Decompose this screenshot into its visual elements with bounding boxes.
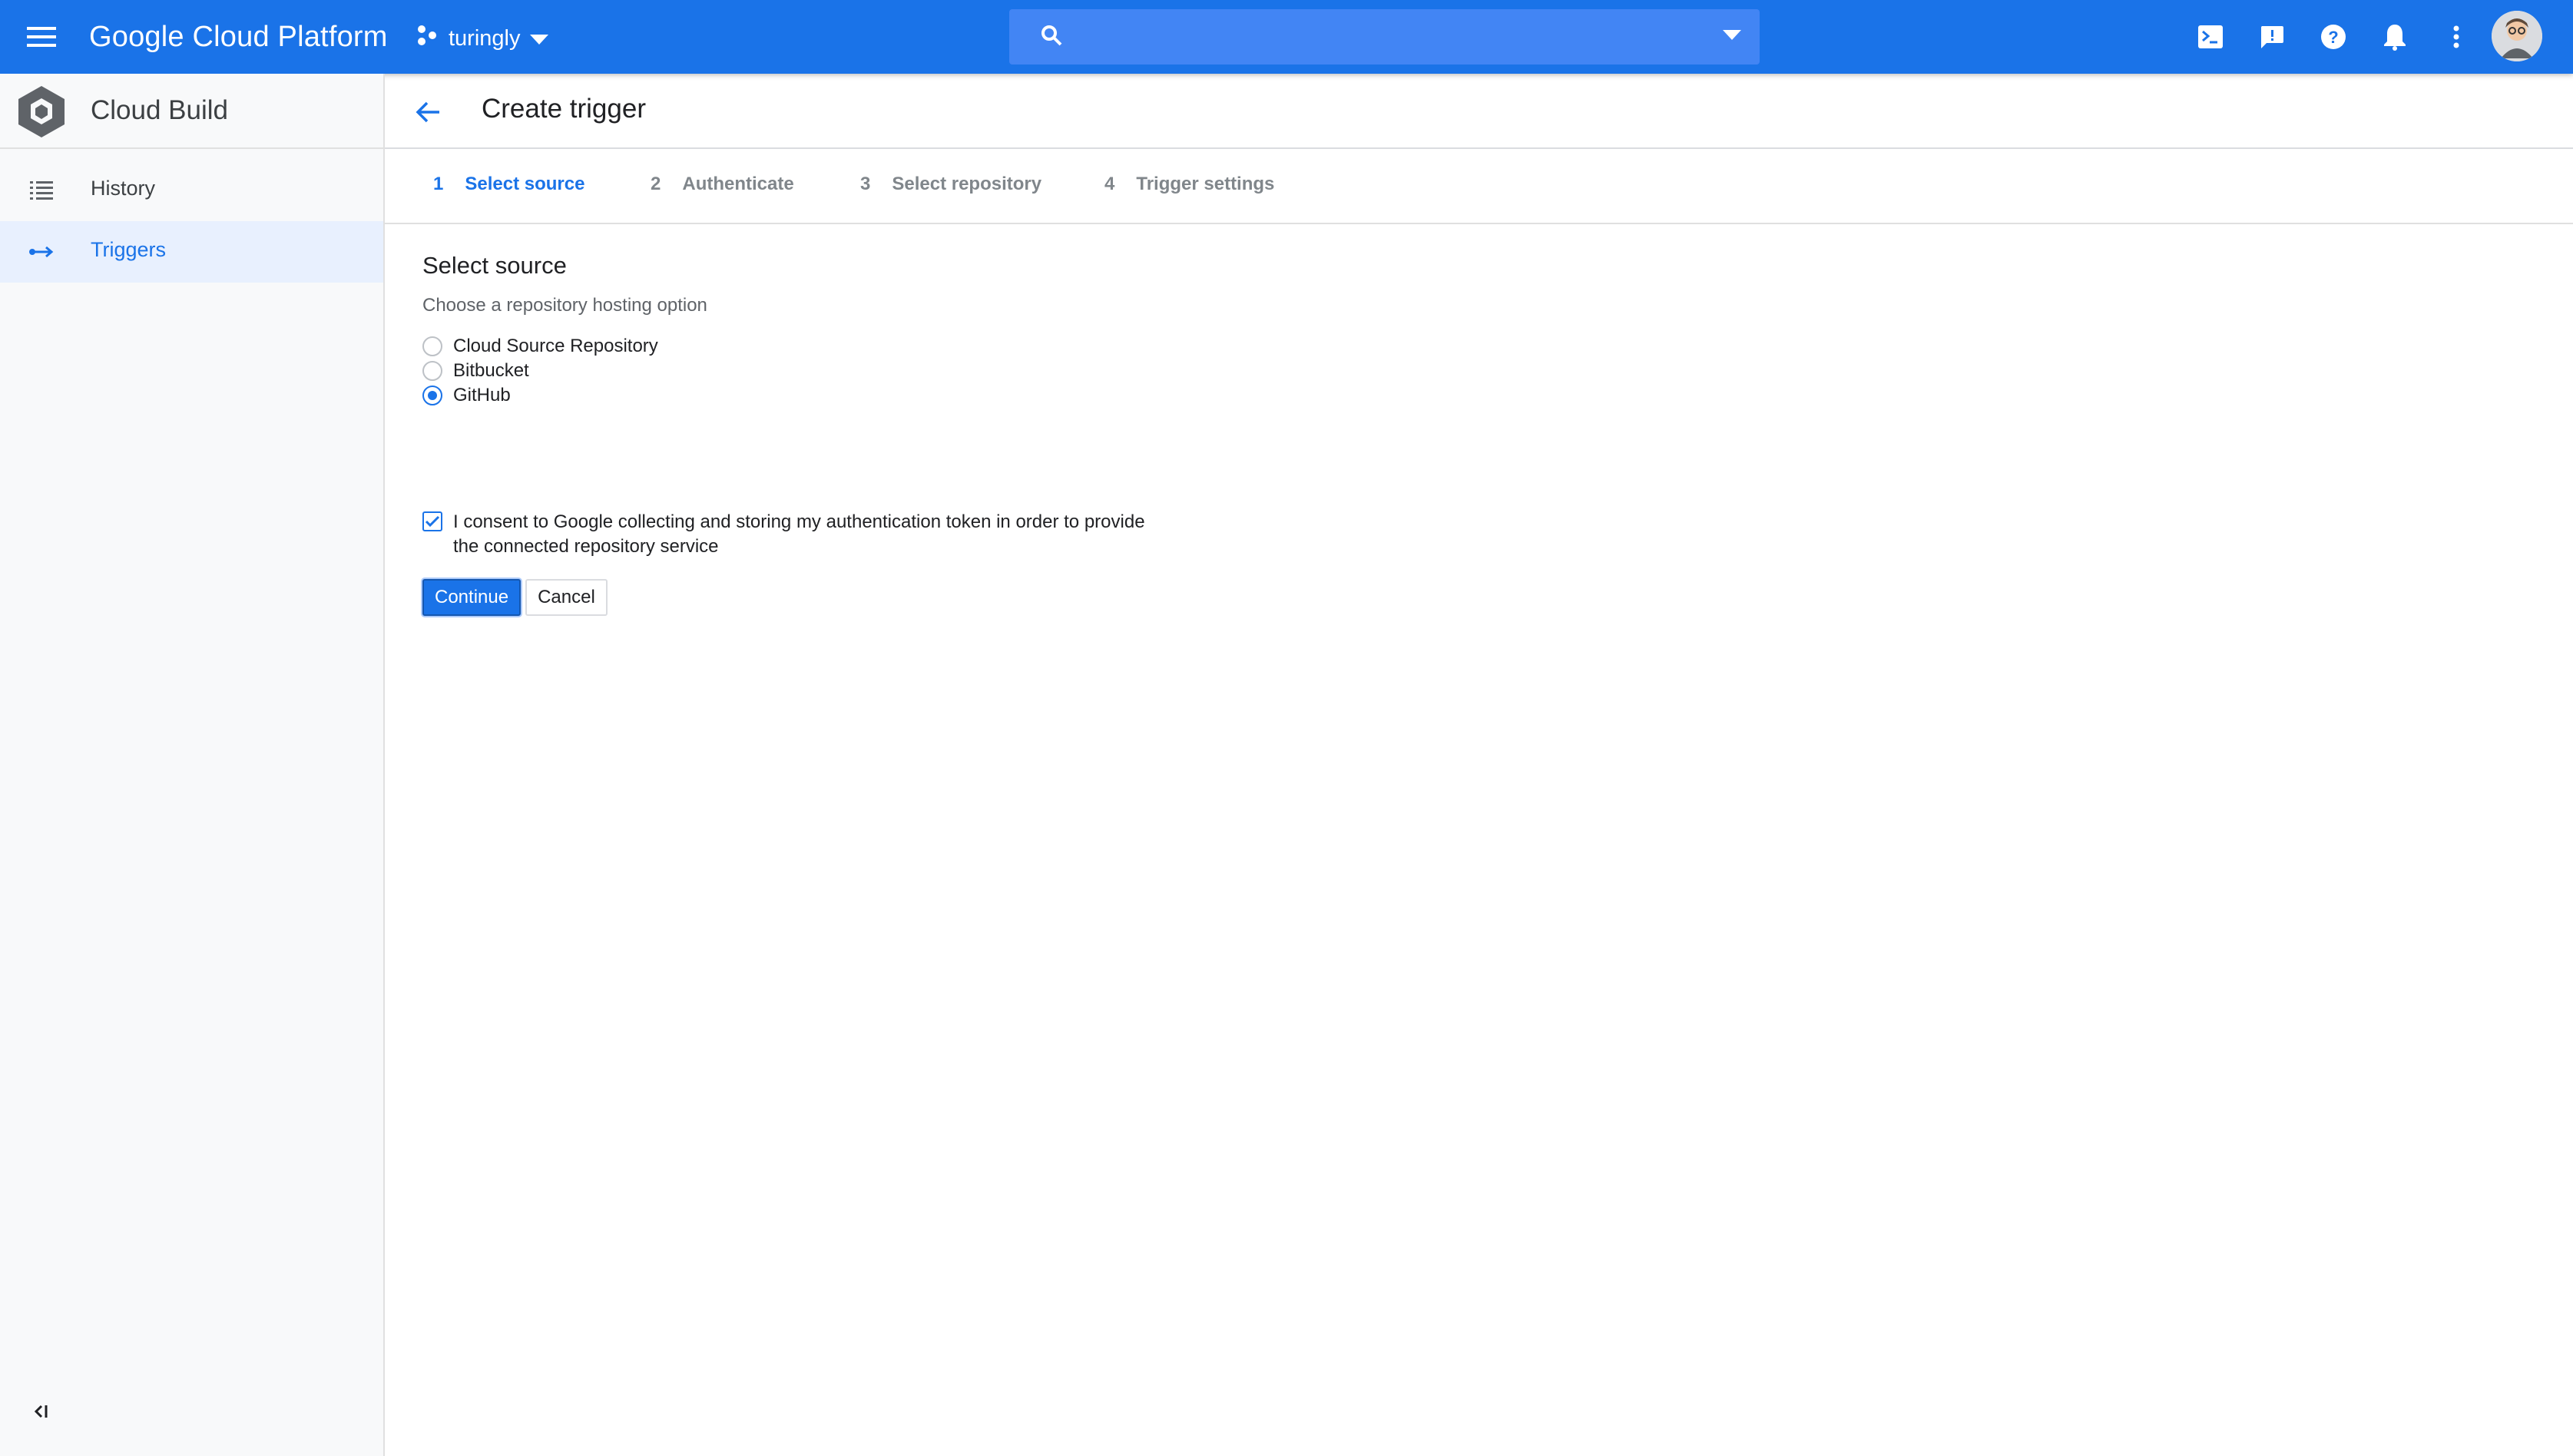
search-bar[interactable] <box>1009 9 1760 65</box>
project-picker[interactable]: turingly <box>415 17 548 60</box>
option-cloud-source-repository[interactable]: Cloud Source Repository <box>422 335 658 358</box>
back-arrow-icon[interactable] <box>408 92 448 132</box>
check-icon <box>425 515 440 528</box>
option-github[interactable]: GitHub <box>422 384 511 407</box>
step-trigger-settings[interactable]: 4 Trigger settings <box>1104 174 1274 195</box>
radio-label: GitHub <box>453 385 511 405</box>
step-label: Select repository <box>892 174 1042 194</box>
help-icon[interactable]: ? <box>2310 14 2356 60</box>
step-label: Select source <box>465 174 585 194</box>
radio-label: Bitbucket <box>453 360 529 381</box>
menu-icon[interactable] <box>18 14 65 60</box>
search-icon <box>1040 24 1063 51</box>
radio-button[interactable] <box>422 336 442 356</box>
step-select-source[interactable]: 1 Select source <box>433 174 584 195</box>
step-number: 2 <box>651 174 661 194</box>
cloud-shell-icon[interactable] <box>2187 14 2234 60</box>
product-header: Cloud Build <box>0 74 383 149</box>
feedback-icon[interactable] <box>2249 14 2295 60</box>
top-app-bar: Google Cloud Platform turingly ? <box>0 0 2573 74</box>
sidebar-item-history[interactable]: History <box>0 160 383 221</box>
step-authenticate[interactable]: 2 Authenticate <box>651 174 794 195</box>
sidebar-item-label: Triggers <box>91 238 167 261</box>
step-select-repository[interactable]: 3 Select repository <box>860 174 1041 195</box>
search-input[interactable] <box>1078 25 1723 49</box>
radio-button-selected[interactable] <box>422 386 442 405</box>
svg-text:?: ? <box>2328 28 2338 47</box>
section-title: Select source <box>422 252 567 279</box>
chevron-down-icon <box>529 26 548 51</box>
consent-text: I consent to Google collecting and stori… <box>453 511 1145 557</box>
step-label: Trigger settings <box>1136 174 1275 194</box>
radio-button[interactable] <box>422 361 442 381</box>
cancel-button[interactable]: Cancel <box>525 579 608 616</box>
project-icon <box>415 23 439 54</box>
consent-checkbox[interactable] <box>422 511 442 531</box>
avatar[interactable] <box>2492 11 2542 61</box>
section-subtitle: Choose a repository hosting option <box>422 295 707 316</box>
notifications-icon[interactable] <box>2372 14 2418 60</box>
page-title: Create trigger <box>482 94 646 124</box>
sidebar-item-label: History <box>91 177 156 200</box>
sidebar-item-triggers[interactable]: Triggers <box>0 221 383 283</box>
collapse-sidebar-icon[interactable] <box>23 1395 57 1428</box>
search-dropdown-icon[interactable] <box>1723 29 1741 45</box>
step-number: 4 <box>1104 174 1115 194</box>
product-name: Cloud Build <box>91 95 228 125</box>
main-content: Create trigger 1 Select source 2 Authent… <box>385 74 2573 1456</box>
project-name: turingly <box>449 25 521 51</box>
page-header: Create trigger <box>385 74 2573 149</box>
step-label: Authenticate <box>682 174 794 194</box>
cloud-build-logo-icon <box>17 84 66 138</box>
continue-button[interactable]: Continue <box>422 579 522 616</box>
form-actions: Continue Cancel <box>422 579 608 616</box>
sidebar: Cloud Build History Triggers <box>0 74 385 1456</box>
triggers-icon <box>26 237 57 267</box>
list-icon <box>26 175 57 206</box>
step-number: 1 <box>433 174 444 194</box>
more-vert-icon[interactable] <box>2433 14 2479 60</box>
stepper: 1 Select source 2 Authenticate 3 Select … <box>385 149 2573 224</box>
radio-label: Cloud Source Repository <box>453 336 658 356</box>
brand-title[interactable]: Google Cloud Platform <box>89 17 388 57</box>
step-number: 3 <box>860 174 871 194</box>
option-bitbucket[interactable]: Bitbucket <box>422 359 529 382</box>
